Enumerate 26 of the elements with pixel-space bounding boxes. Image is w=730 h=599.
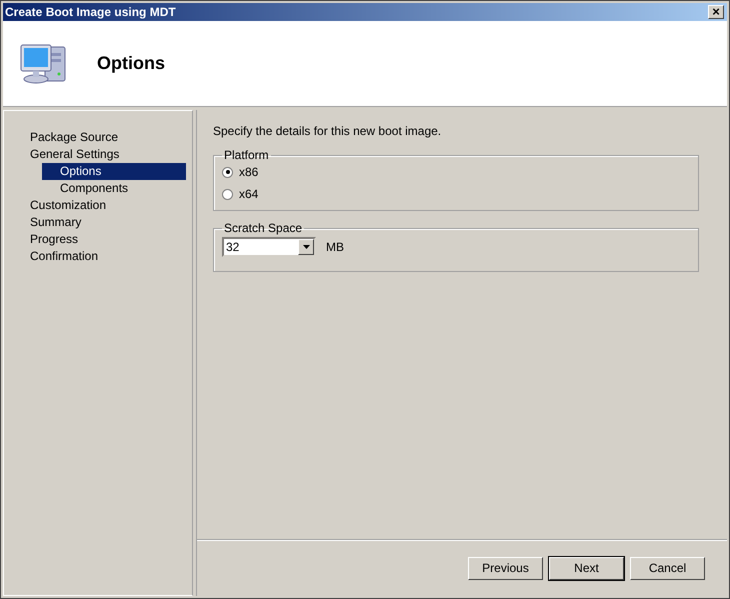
window-title: Create Boot Image using MDT — [5, 5, 176, 19]
instruction-text: Specify the details for this new boot image. — [213, 124, 442, 138]
sidebar-item[interactable]: Progress — [28, 231, 186, 248]
radio-option[interactable]: x64 — [222, 186, 690, 202]
radio-option[interactable]: x86 — [222, 164, 690, 180]
sidebar-item[interactable]: Confirmation — [28, 248, 186, 265]
radio-label: x86 — [239, 165, 258, 179]
radio-button[interactable] — [222, 166, 233, 178]
group-label: Scratch Space — [223, 221, 304, 235]
dropdown-arrow-icon — [302, 245, 310, 249]
radio-button[interactable] — [222, 188, 233, 200]
page-title: Options — [97, 53, 165, 74]
sidebar-item[interactable]: Components — [42, 180, 186, 197]
sidebar-item[interactable]: Options — [42, 163, 186, 180]
scratch-space-dropdown[interactable]: 32 — [222, 237, 316, 257]
close-button[interactable]: × — [708, 5, 724, 19]
wizard-button[interactable]: Previous — [468, 556, 543, 580]
sidebar-item[interactable]: Summary — [28, 214, 186, 231]
unit-label: MB — [326, 240, 344, 254]
radio-label: x64 — [239, 187, 258, 201]
sidebar-item[interactable]: Customization — [28, 197, 186, 214]
sidebar-item[interactable]: General Settings — [28, 146, 186, 163]
group-label: Platform — [223, 148, 270, 162]
wizard-button[interactable]: Cancel — [630, 556, 705, 580]
sidebar-item[interactable]: Package Source — [28, 129, 186, 146]
wizard-button[interactable]: Next — [549, 556, 624, 580]
